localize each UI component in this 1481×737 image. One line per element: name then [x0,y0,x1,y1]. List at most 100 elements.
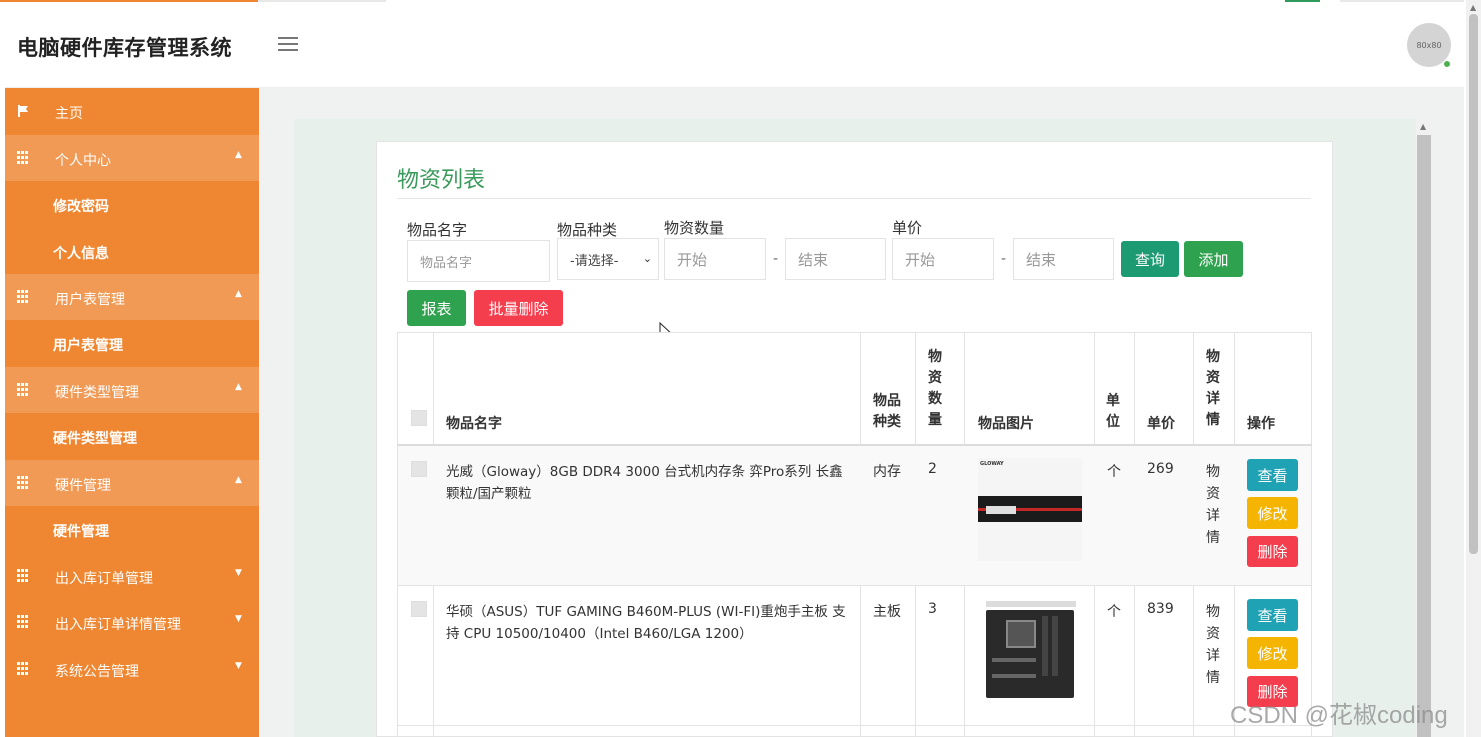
qty-end-input[interactable]: 结束 [785,238,886,280]
header-ops: 操作 [1247,416,1275,432]
sidebar-group-hardware-type[interactable]: 硬件类型管理 ▲ [5,367,259,413]
sidebar: 主页 个人中心 ▲ 修改密码 个人信息 用户表管理 ▲ 用户表管理 硬件类型管理… [5,88,259,737]
row-divider [397,585,1312,586]
top-header: 电脑硬件库存管理系统 80x80 [5,4,1464,88]
price-start-input[interactable]: 开始 [892,238,994,280]
header-name: 物品名字 [446,416,502,432]
chevron-down-icon: ▼ [235,614,242,624]
sidebar-group-users[interactable]: 用户表管理 ▲ [5,274,259,320]
sidebar-item-change-password[interactable]: 修改密码 [5,181,259,227]
sidebar-group-orders[interactable]: 出入库订单管理 ▼ [5,553,259,599]
qty-filter-label: 物资数量 [664,219,725,237]
row-name: 光威（Gloway）8GB DDR4 3000 台式机内存条 弈Pro系列 长鑫… [446,464,843,502]
scrollbar-thumb[interactable] [1417,135,1431,737]
column-divider [1311,332,1312,737]
sidebar-item-label: 用户表管理 [55,292,125,308]
sidebar-group-order-details[interactable]: 出入库订单详情管理 ▼ [5,599,259,645]
edit-button[interactable]: 修改 [1247,497,1298,529]
edit-button[interactable]: 修改 [1247,637,1298,669]
sidebar-item-label: 修改密码 [53,199,109,215]
header-unit: 单位 [1106,393,1120,430]
sidebar-item-hardware[interactable]: 硬件管理 [5,506,259,552]
header-detail: 物资详情 [1206,349,1220,428]
sidebar-item-hardware-type[interactable]: 硬件类型管理 [5,413,259,459]
sidebar-group-personal[interactable]: 个人中心 ▲ [5,135,259,181]
price-end-input[interactable]: 结束 [1013,238,1114,280]
grid-icon [17,476,31,490]
range-dash: - [1001,251,1007,267]
qty-start-input[interactable]: 开始 [664,238,766,280]
chevron-up-icon: ▲ [235,150,242,160]
sidebar-item-home[interactable]: 主页 [5,88,259,134]
sidebar-item-label: 硬件管理 [55,478,111,494]
header-type: 物品种类 [873,393,901,430]
grid-icon [17,662,31,676]
row-name: 华硕（ASUS）TUF GAMING B460M-PLUS (WI-FI)重炮手… [446,604,846,642]
grid-icon [17,569,31,583]
product-image-motherboard[interactable] [978,598,1082,702]
sidebar-item-users[interactable]: 用户表管理 [5,320,259,366]
sidebar-group-hardware[interactable]: 硬件管理 ▲ [5,460,259,506]
sidebar-item-label: 用户表管理 [53,338,123,354]
row-checkbox[interactable] [411,601,427,617]
row-unit: 个 [1107,604,1121,620]
tab-indicator [1340,0,1464,2]
product-image-ram[interactable]: GLOWAY [978,458,1082,561]
price-filter-label: 单价 [892,219,923,237]
row-price: 269 [1147,461,1174,477]
chevron-down-icon: ▼ [235,661,242,671]
name-filter-label: 物品名字 [407,221,468,239]
type-filter-label: 物品种类 [557,221,618,239]
content-scrollbar[interactable]: ▲ [1416,119,1432,737]
add-button[interactable]: 添加 [1184,241,1243,277]
type-filter-selected: -请选择- [570,253,619,269]
tab-indicator-active [0,0,258,2]
chevron-down-icon: ⌄ [642,252,652,265]
row-checkbox[interactable] [411,461,427,477]
sidebar-item-profile[interactable]: 个人信息 [5,228,259,274]
watermark: CSDN @花椒coding [1230,702,1448,729]
sidebar-item-label: 出入库订单管理 [55,571,153,587]
chevron-up-icon: ▲ [235,289,242,299]
row-detail: 物资详情 [1206,604,1220,686]
flag-icon [18,105,28,117]
page-title: 物资列表 [397,168,486,193]
header-image: 物品图片 [978,416,1034,432]
row-type: 主板 [873,604,901,620]
grid-icon [17,151,31,165]
sidebar-item-label: 主页 [55,106,83,122]
report-button[interactable]: 报表 [407,290,466,326]
view-button[interactable]: 查看 [1247,459,1298,491]
tab-indicator [258,0,386,2]
row-detail: 物资详情 [1206,464,1220,546]
delete-button[interactable]: 删除 [1247,536,1298,567]
scroll-up-icon[interactable]: ▲ [1420,122,1426,131]
grid-icon [17,383,31,397]
scrollbar-thumb[interactable] [1469,14,1478,554]
row-divider [397,725,1312,726]
sidebar-group-announcements[interactable]: 系统公告管理 ▼ [5,646,259,692]
row-qty: 3 [928,601,937,617]
type-filter-select[interactable]: -请选择- ⌄ [557,238,659,280]
row-unit: 个 [1107,464,1121,480]
page-scrollbar[interactable]: ▲ [1466,0,1481,737]
sidebar-item-label: 硬件类型管理 [55,385,139,401]
query-button[interactable]: 查询 [1121,241,1179,277]
row-type: 内存 [873,464,901,480]
select-all-checkbox[interactable] [411,410,427,426]
header-price: 单价 [1147,416,1175,432]
header-qty: 物资数量 [928,349,942,428]
sidebar-item-label: 硬件管理 [53,524,109,540]
chevron-up-icon: ▲ [235,382,242,392]
scroll-up-icon[interactable]: ▲ [1470,3,1476,12]
chevron-up-icon: ▲ [235,475,242,485]
sidebar-item-label: 出入库订单详情管理 [55,617,181,633]
row-price: 839 [1147,601,1174,617]
sidebar-item-label: 系统公告管理 [55,664,139,680]
hamburger-menu-icon[interactable] [278,37,298,53]
name-filter-input[interactable]: 物品名字 [407,240,550,282]
view-button[interactable]: 查看 [1247,599,1298,631]
sidebar-item-label: 个人信息 [53,246,109,262]
batch-delete-button[interactable]: 批量删除 [474,290,563,326]
sidebar-item-label: 硬件类型管理 [53,431,137,447]
